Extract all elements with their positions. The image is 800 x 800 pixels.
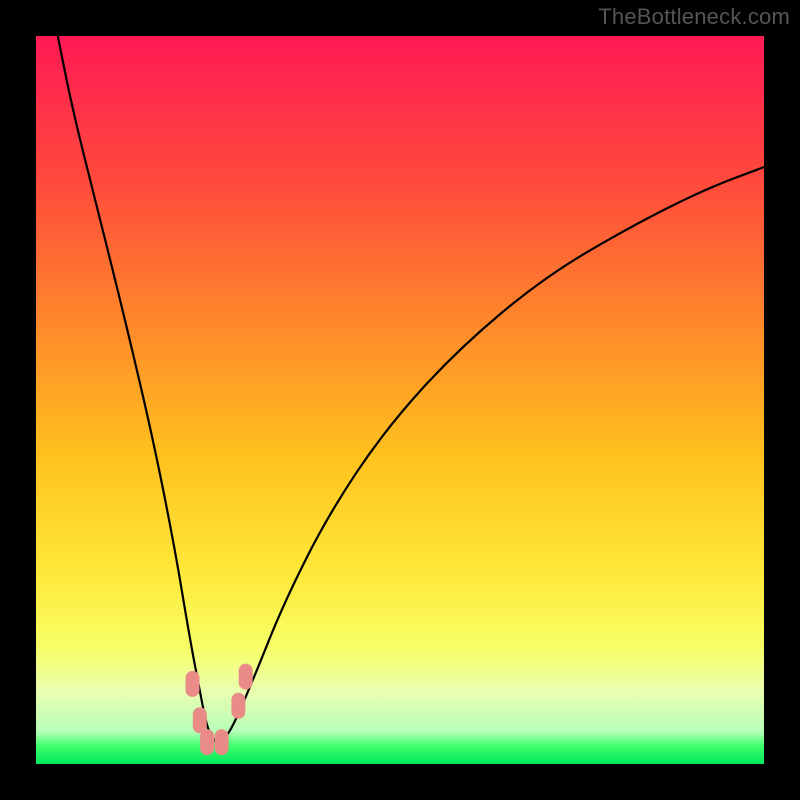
marker [186,671,200,697]
watermark-text: TheBottleneck.com [598,4,790,30]
marker [200,729,214,755]
marker [215,729,229,755]
chart-svg [36,36,764,764]
marker [239,664,253,690]
optimal-markers [186,664,253,756]
bottleneck-curve [58,36,764,742]
marker [231,693,245,719]
marker [193,707,207,733]
chart-frame: TheBottleneck.com [0,0,800,800]
plot-area [36,36,764,764]
